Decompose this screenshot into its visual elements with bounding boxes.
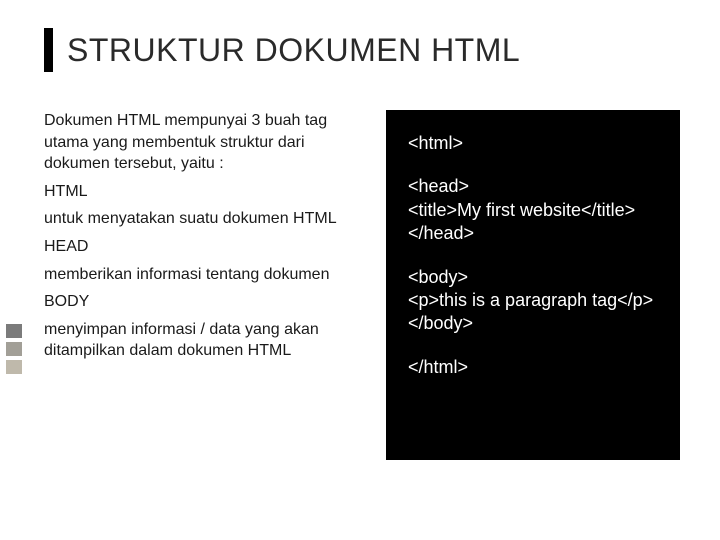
code-block-body: <body> <p>this is a paragraph tag</p> </… [408, 266, 660, 336]
code-line: <p>this is a paragraph tag</p> [408, 289, 660, 312]
decorative-side-squares [6, 324, 22, 374]
term-html: HTML [44, 181, 364, 203]
title-row: STRUKTUR DOKUMEN HTML [44, 28, 680, 72]
code-line: </body> [408, 312, 660, 335]
code-line: </html> [408, 356, 660, 379]
code-block-head: <head> <title>My first website</title> <… [408, 175, 660, 245]
term-head: HEAD [44, 236, 364, 258]
code-line: <html> [408, 132, 660, 155]
code-block-close: </html> [408, 356, 660, 379]
code-line: <title>My first website</title> [408, 199, 660, 222]
slide-title: STRUKTUR DOKUMEN HTML [67, 32, 520, 69]
desc-head: memberikan informasi tentang dokumen [44, 264, 364, 286]
square-icon [6, 324, 22, 338]
desc-body: menyimpan informasi / data yang akan dit… [44, 319, 364, 362]
description-column: Dokumen HTML mempunyai 3 buah tag utama … [44, 110, 364, 460]
desc-html: untuk menyatakan suatu dokumen HTML [44, 208, 364, 230]
slide: STRUKTUR DOKUMEN HTML Dokumen HTML mempu… [0, 0, 720, 540]
code-line: <body> [408, 266, 660, 289]
code-line: </head> [408, 222, 660, 245]
code-block-open: <html> [408, 132, 660, 155]
square-icon [6, 342, 22, 356]
square-icon [6, 360, 22, 374]
code-column: <html> <head> <title>My first website</t… [386, 110, 680, 460]
content-area: Dokumen HTML mempunyai 3 buah tag utama … [44, 110, 680, 460]
term-body: BODY [44, 291, 364, 313]
code-line: <head> [408, 175, 660, 198]
accent-bar-icon [44, 28, 53, 72]
intro-text: Dokumen HTML mempunyai 3 buah tag utama … [44, 110, 364, 175]
